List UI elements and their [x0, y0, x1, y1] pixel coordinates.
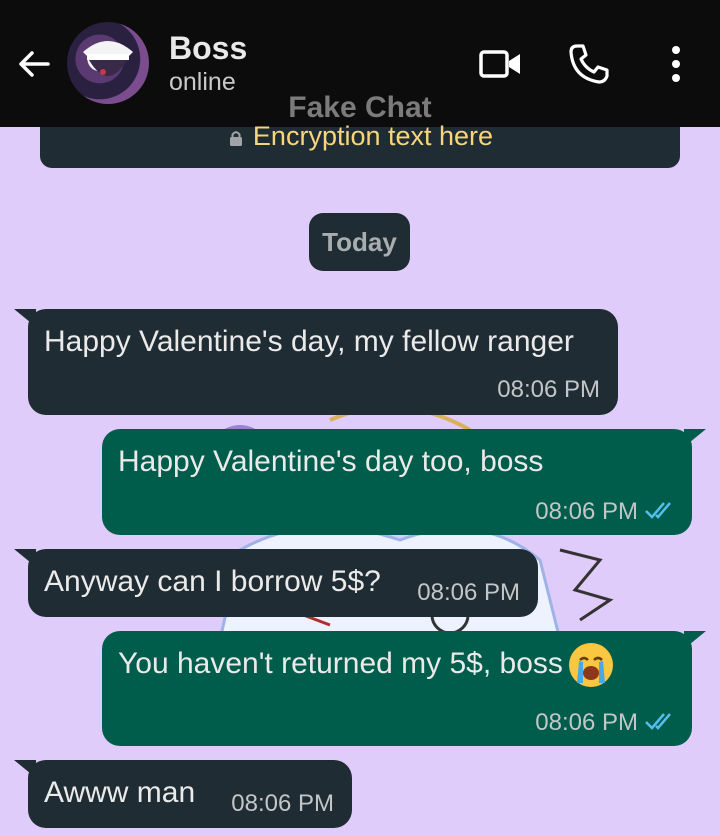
message-text: Happy Valentine's day too, boss — [118, 445, 544, 478]
message-bubble-incoming[interactable]: Awww man 08:06 PM — [14, 760, 352, 828]
message-time: 08:06 PM — [497, 376, 600, 403]
message-time: 08:06 PM — [535, 709, 638, 736]
more-options-icon[interactable] — [652, 40, 700, 88]
message-time: 08:06 PM — [417, 579, 520, 606]
voice-call-icon[interactable] — [565, 40, 613, 88]
bubble-tail — [14, 309, 36, 327]
date-badge: Today — [309, 213, 410, 271]
message-text: Anyway can I borrow 5$? — [44, 565, 381, 598]
lock-icon — [229, 131, 242, 146]
back-arrow-icon[interactable] — [14, 44, 54, 84]
contact-name[interactable]: Boss — [169, 30, 247, 67]
bubble-tail — [14, 760, 36, 778]
message-text: Happy Valentine's day, my fellow ranger — [44, 325, 574, 358]
loudly-crying-face-icon — [568, 643, 613, 687]
read-ticks-icon — [645, 502, 671, 519]
fake-chat-watermark: Fake Chat — [288, 91, 432, 124]
message-time: 08:06 PM — [231, 790, 334, 817]
message-text: You haven't returned my 5$, boss — [118, 643, 613, 687]
bubble-tail — [14, 549, 36, 567]
message-bubble-outgoing[interactable]: Happy Valentine's day too, boss 08:06 PM — [102, 429, 706, 535]
message-time: 08:06 PM — [535, 498, 638, 525]
message-bubble-incoming[interactable]: Anyway can I borrow 5$? 08:06 PM — [14, 549, 538, 617]
message-text-content: You haven't returned my 5$, boss — [118, 646, 563, 680]
bubble-tail — [684, 429, 706, 447]
message-bubble-incoming[interactable]: Happy Valentine's day, my fellow ranger … — [14, 309, 618, 415]
encryption-text: Encryption text here — [252, 121, 494, 151]
bubble-tail — [684, 631, 706, 649]
message-text: Awww man — [44, 776, 196, 809]
message-bubble-outgoing[interactable]: You haven't returned my 5$, boss 08:06 P… — [102, 631, 706, 746]
read-ticks-icon — [645, 713, 671, 730]
encryption-notice-text: Encryption text here — [0, 121, 720, 152]
video-call-icon[interactable] — [476, 40, 524, 88]
